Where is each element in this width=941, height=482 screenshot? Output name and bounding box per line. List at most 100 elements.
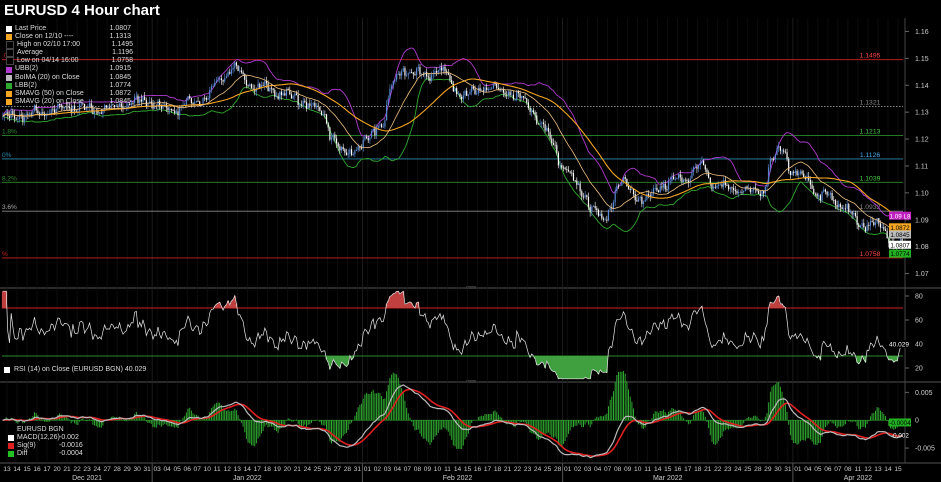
fib-level-price-label: 1.1495: [860, 53, 881, 60]
candlestick: [652, 184, 655, 197]
macd-legend-label: Diff: [17, 450, 28, 458]
candlestick: [756, 188, 758, 193]
candlestick: [32, 110, 34, 118]
legend-value: 1.1313: [109, 33, 131, 41]
y-tick-label: 1.15: [915, 56, 929, 63]
candlestick: [704, 164, 706, 173]
candle-body: [240, 70, 243, 73]
candlestick: [372, 128, 374, 133]
y-tick-label: 1.07: [915, 271, 929, 278]
macd-line: [2, 384, 903, 459]
y-tick-label: 1.14: [915, 83, 929, 90]
candle-body: [344, 149, 346, 153]
candle-body: [636, 200, 638, 202]
candle-body: [437, 70, 439, 73]
candle-body: [164, 104, 166, 106]
x-tick-label: 29: [764, 466, 772, 473]
candle-body: [799, 171, 801, 174]
candle-body: [861, 223, 863, 226]
candle-body: [672, 176, 675, 180]
legend-value: 1.0774: [109, 81, 131, 89]
candlestick: [829, 191, 832, 199]
candle-body: [572, 172, 575, 181]
candlestick: [190, 97, 192, 108]
candle-body: [657, 190, 660, 193]
candle-body: [20, 114, 22, 116]
legend-swatch-average: [6, 49, 14, 58]
candle-body: [364, 137, 366, 141]
candlestick: [644, 196, 646, 202]
fib-level-price-label: 1.1126: [860, 152, 881, 159]
candlestick: [386, 100, 388, 121]
candle-body: [15, 118, 17, 120]
x-tick-label: 24: [304, 466, 312, 473]
candle-body: [719, 184, 721, 186]
candle-body: [818, 195, 820, 197]
candle-body: [349, 149, 351, 154]
candle-body: [773, 158, 775, 160]
candle-body: [853, 213, 855, 215]
candlestick: [454, 88, 456, 93]
candle-body: [257, 83, 259, 88]
candlestick: [809, 176, 811, 189]
candle-body: [684, 179, 686, 181]
candlestick: [491, 86, 493, 90]
x-tick-label: 18: [264, 466, 272, 473]
candle-body: [821, 191, 823, 201]
x-tick-label: 20: [284, 466, 292, 473]
candlestick: [28, 111, 31, 118]
x-tick-label: 14: [13, 466, 21, 473]
candlestick: [576, 177, 578, 190]
candle-body: [858, 224, 860, 227]
candle-body: [314, 102, 316, 107]
candle-body: [457, 93, 459, 95]
candlestick: [350, 145, 353, 157]
candle-body: [275, 96, 278, 98]
candlestick: [801, 169, 803, 176]
candlestick: [387, 95, 389, 106]
candle-body: [235, 62, 238, 66]
candlestick: [676, 177, 678, 180]
candle-body: [77, 110, 79, 112]
x-tick-label: 23: [524, 466, 532, 473]
candle-body: [357, 146, 359, 150]
candlestick: [47, 110, 49, 117]
candle-body: [724, 180, 726, 185]
candlestick: [669, 176, 671, 186]
candlestick: [868, 222, 870, 231]
candlestick: [639, 195, 641, 201]
candlestick: [352, 152, 354, 157]
candle-body: [459, 93, 461, 97]
candlestick: [30, 111, 32, 118]
candle-body: [844, 208, 847, 210]
macd-swatch: [8, 435, 14, 442]
candle-body: [714, 186, 716, 188]
candlestick: [839, 202, 842, 212]
candle-body: [634, 193, 636, 201]
candlestick: [436, 67, 438, 77]
candlestick: [285, 87, 288, 100]
candle-body: [134, 96, 136, 104]
candlestick: [566, 166, 568, 174]
x-tick-label: 12: [864, 466, 872, 473]
candle-body: [734, 189, 736, 192]
candle-body: [686, 180, 688, 181]
candlestick: [222, 79, 224, 86]
candle-body: [512, 94, 514, 100]
candlestick: [466, 87, 468, 97]
candlestick: [656, 184, 658, 193]
candlestick: [601, 210, 603, 221]
candle-body: [160, 106, 162, 109]
candle-body: [192, 103, 194, 105]
candle-body: [174, 110, 176, 113]
candle-body: [144, 96, 146, 101]
candle-body: [644, 199, 646, 202]
candlestick: [693, 165, 695, 176]
fib-level-price-label: 1.0758: [860, 251, 881, 258]
x-tick-label: 02: [374, 466, 382, 473]
candlestick: [616, 182, 618, 194]
candle-body: [277, 96, 279, 99]
candlestick: [476, 90, 478, 96]
candlestick: [524, 93, 526, 99]
candle-body: [793, 172, 795, 173]
